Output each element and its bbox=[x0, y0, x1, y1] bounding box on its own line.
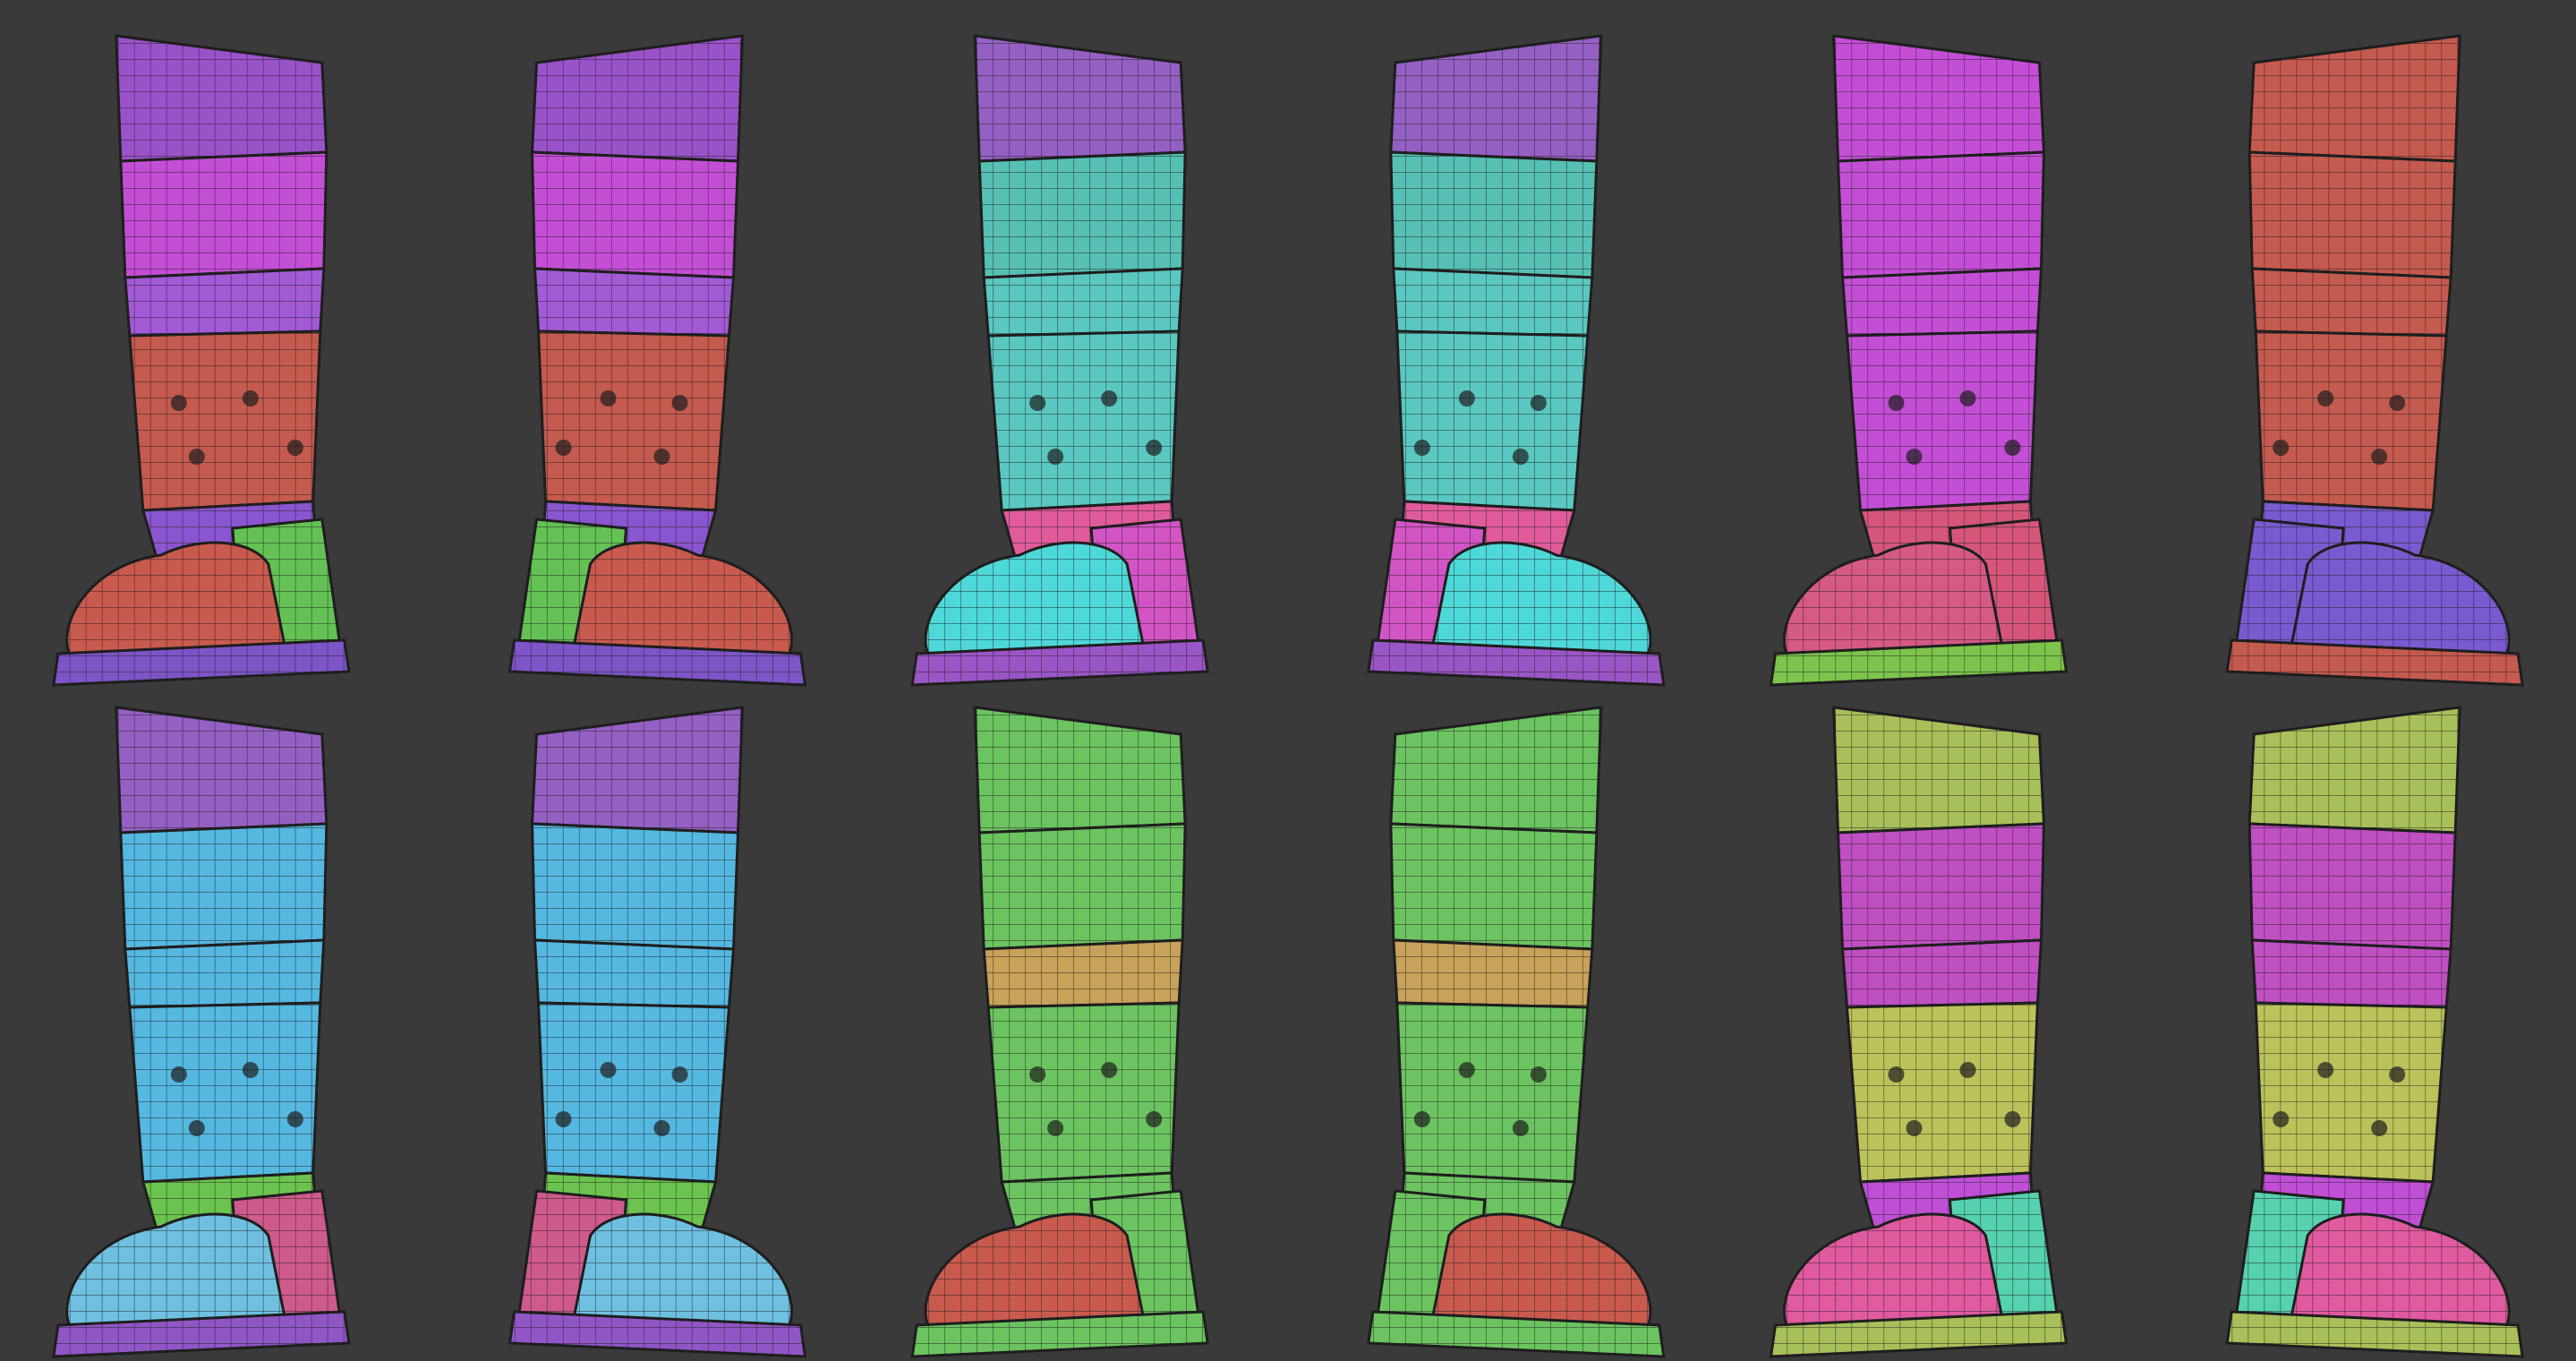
boot-grid bbox=[52, 34, 2524, 1358]
boot-band bbox=[530, 822, 740, 951]
boot-foot bbox=[2288, 1212, 2511, 1331]
boot-foot bbox=[924, 541, 1147, 660]
boot-band-lower bbox=[982, 267, 1184, 338]
boot-foot bbox=[570, 1212, 793, 1331]
boot-band bbox=[119, 150, 328, 279]
boot-foot bbox=[924, 1212, 1147, 1331]
boot-foot bbox=[1429, 541, 1652, 660]
boot-cuff bbox=[973, 706, 1187, 835]
boot-7 bbox=[52, 706, 351, 1358]
boot-6 bbox=[2225, 34, 2524, 687]
boot-2 bbox=[508, 34, 807, 687]
boot-band bbox=[1389, 150, 1599, 279]
boot-band bbox=[977, 150, 1187, 279]
boot-band-lower bbox=[533, 938, 736, 1009]
boot-shin bbox=[986, 330, 1181, 512]
boot-shin bbox=[128, 330, 322, 512]
boot-12 bbox=[2225, 706, 2524, 1358]
boot-band-lower bbox=[533, 267, 736, 338]
boot-shin bbox=[536, 1001, 731, 1184]
boot-band-lower bbox=[1840, 267, 2043, 338]
boot-shin bbox=[1845, 330, 2040, 512]
boot-band-lower bbox=[2250, 938, 2452, 1009]
boot-band bbox=[2248, 150, 2457, 279]
boot-band bbox=[2248, 822, 2457, 951]
boot-cuff bbox=[2248, 34, 2461, 163]
boot-cuff bbox=[1389, 706, 1603, 835]
boot-cuff bbox=[2248, 706, 2461, 835]
boot-cuff bbox=[1831, 34, 2046, 163]
viewport-canvas bbox=[0, 0, 2576, 1361]
boot-cuff bbox=[115, 706, 328, 835]
boot-shin bbox=[2254, 1001, 2448, 1184]
boot-cuff bbox=[530, 34, 745, 163]
boot-band bbox=[977, 822, 1187, 951]
boot-band bbox=[530, 150, 740, 279]
boot-cuff bbox=[530, 706, 745, 835]
boot-cuff bbox=[1389, 34, 1603, 163]
boot-4 bbox=[1367, 34, 1666, 687]
boot-cuff bbox=[1831, 706, 2046, 835]
boot-cuff bbox=[973, 34, 1187, 163]
boot-shin bbox=[536, 330, 731, 512]
boot-9 bbox=[910, 706, 1209, 1358]
boot-foot bbox=[65, 1212, 288, 1331]
boot-10 bbox=[1367, 706, 1666, 1358]
boot-band-lower bbox=[982, 938, 1184, 1009]
boot-shin bbox=[2254, 330, 2448, 512]
boot-band bbox=[1389, 822, 1599, 951]
boot-foot bbox=[65, 541, 288, 660]
boot-band-lower bbox=[1840, 938, 2043, 1009]
boot-foot bbox=[1429, 1212, 1652, 1331]
boot-shin bbox=[1395, 1001, 1590, 1184]
boot-band bbox=[119, 822, 328, 951]
boot-shin bbox=[1395, 330, 1590, 512]
boot-11 bbox=[1769, 706, 2068, 1358]
boot-foot bbox=[2288, 541, 2511, 660]
boot-foot bbox=[1783, 541, 2006, 660]
boot-band-lower bbox=[124, 938, 326, 1009]
boot-band-lower bbox=[124, 267, 326, 338]
boot-cuff bbox=[115, 34, 328, 163]
boot-8 bbox=[508, 706, 807, 1358]
boot-3 bbox=[910, 34, 1209, 687]
boot-1 bbox=[52, 34, 351, 687]
boot-band bbox=[1836, 822, 2046, 951]
boot-foot bbox=[1783, 1212, 2006, 1331]
boot-5 bbox=[1769, 34, 2068, 687]
boot-band bbox=[1836, 150, 2046, 279]
boot-shin bbox=[986, 1001, 1181, 1184]
boot-foot bbox=[570, 541, 793, 660]
boot-shin bbox=[128, 1001, 322, 1184]
boot-band-lower bbox=[1392, 267, 1594, 338]
boot-band-lower bbox=[2250, 267, 2452, 338]
boot-shin bbox=[1845, 1001, 2040, 1184]
boot-band-lower bbox=[1392, 938, 1594, 1009]
